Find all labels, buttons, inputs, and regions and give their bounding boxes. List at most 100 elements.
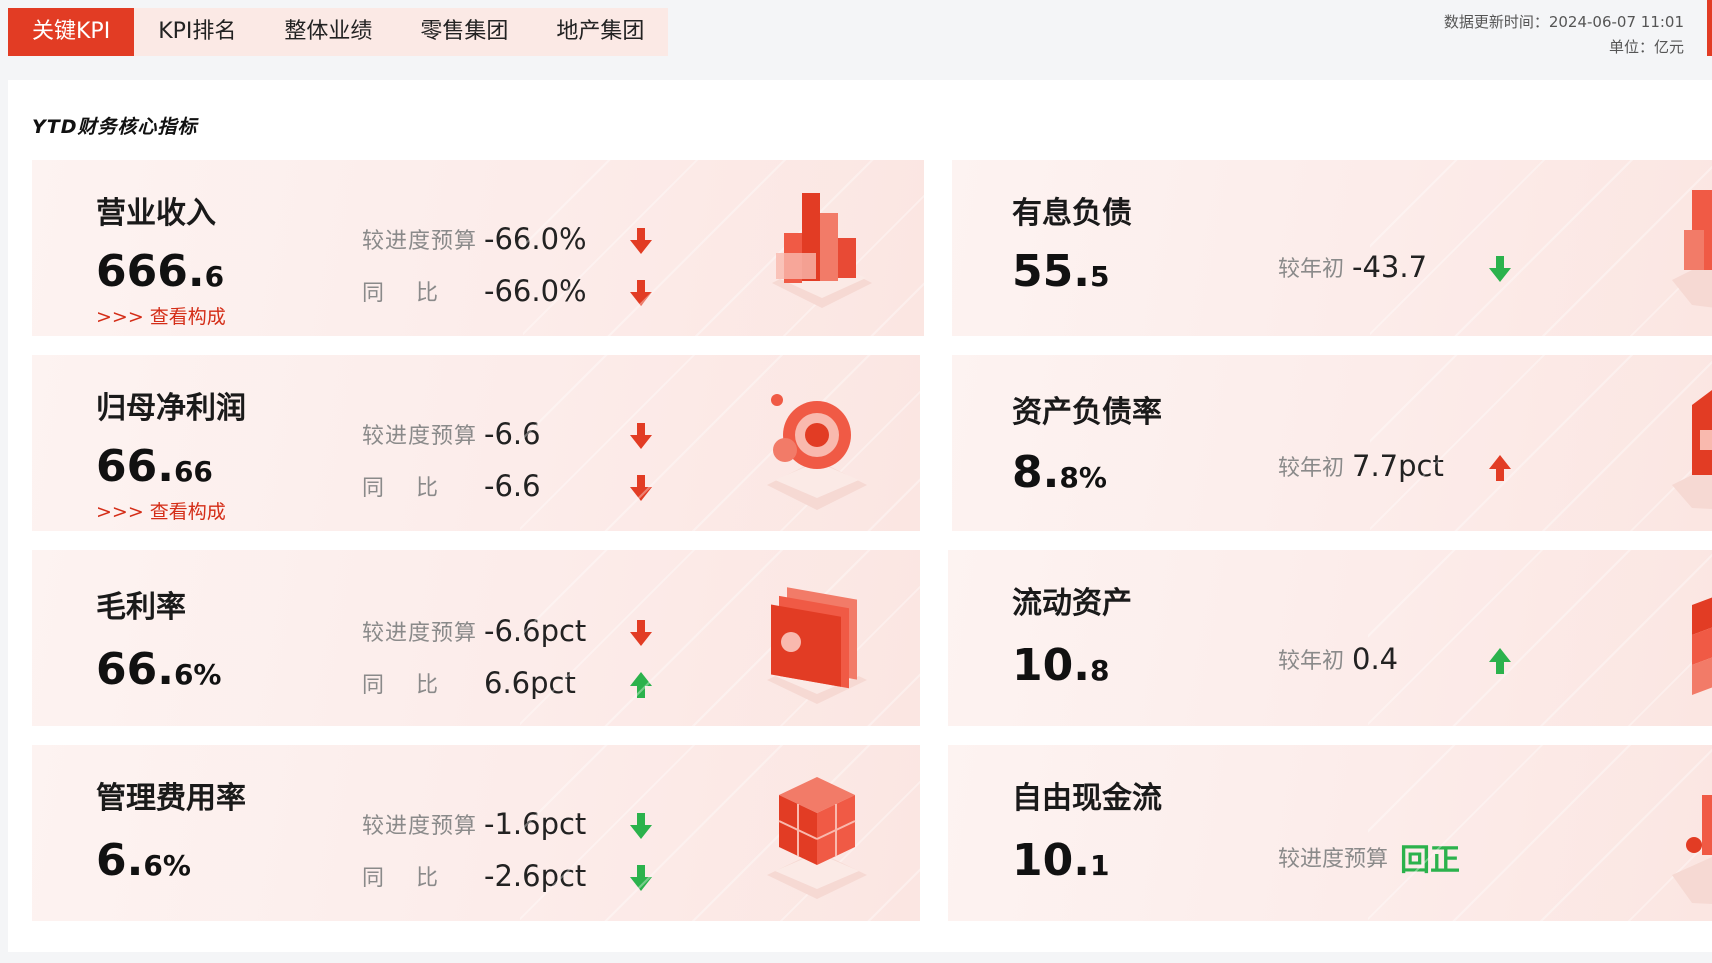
arrow-down-icon: [630, 865, 652, 891]
compare-value: 回正: [1400, 843, 1461, 878]
kpi-card-net-profit: 归母净利润 66.66 >>> 查看构成 较进度预算 -6.6 同 比 -6.6: [32, 355, 920, 531]
value-minor: 8%: [1059, 461, 1107, 494]
compare-label: 同 比: [362, 673, 439, 698]
compare-value: 7.7pct: [1352, 449, 1444, 483]
cubes-icon: [767, 777, 867, 899]
kpi-card-free-cash-flow: 自由现金流 10.1 较进度预算 回正: [948, 745, 1712, 921]
compare-value: -6.6: [484, 469, 541, 503]
compare-row-yoy: 同 比 -6.6: [362, 469, 541, 503]
card-title: 管理费用率: [96, 781, 246, 816]
arrow-up-icon: [1489, 648, 1511, 674]
bar-chart-icon: [772, 193, 872, 308]
value-major: 66.: [96, 441, 174, 492]
compare-value: -6.6pct: [484, 614, 587, 648]
kpi-card-interest-debt: 有息负债 55.5 较年初 -43.7: [952, 160, 1712, 336]
update-time: 数据更新时间：2024-06-07 11:01: [1443, 13, 1684, 31]
compare-label: 较进度预算: [362, 424, 478, 449]
card-title: 营业收入: [96, 196, 216, 231]
compare-row: 较进度预算 回正: [1278, 835, 1460, 879]
arrow-up-icon: [630, 672, 652, 698]
value-minor: 6%: [143, 849, 191, 882]
kpi-card-debt-ratio: 资产负债率 8.8% 较年初 7.7pct: [952, 355, 1712, 531]
unit-label: 单位：亿元: [1608, 38, 1684, 56]
compare-label: 同 比: [362, 281, 439, 306]
compare-row: 较年初 7.7pct: [1278, 449, 1444, 483]
arrow-down-icon: [1489, 256, 1511, 282]
compare-label: 较进度预算: [362, 814, 478, 839]
section-title: YTD财务核心指标: [32, 116, 198, 138]
compare-value: -43.7: [1352, 250, 1428, 284]
compare-value: 0.4: [1352, 642, 1399, 676]
kpi-card-revenue: 营业收入 666.6 >>> 查看构成 较进度预算 -66.0% 同 比 -66.0…: [32, 160, 924, 336]
tab-retail-group[interactable]: 零售集团: [396, 8, 532, 56]
value-minor: 66: [173, 455, 213, 488]
compare-row-budget: 较进度预算 -6.6: [362, 417, 541, 451]
arrow-down-icon: [630, 813, 652, 839]
stacked-layers-icon: [1692, 597, 1712, 695]
tab-bar: 关键KPI KPI排名 整体业绩 零售集团 地产集团: [8, 8, 669, 56]
card-title: 自由现金流: [1012, 781, 1162, 816]
shield-icon: [1672, 190, 1712, 308]
compare-row: 较年初 0.4: [1278, 642, 1398, 676]
card-value: 6.6%: [96, 835, 191, 886]
compare-row-yoy: 同 比 -66.0%: [362, 274, 587, 308]
compare-row: 较年初 -43.7: [1278, 250, 1427, 284]
value-minor: 6: [204, 260, 225, 293]
house-icon: [1672, 390, 1712, 509]
card-value: 66.66: [96, 441, 213, 492]
card-title: 有息负债: [1012, 196, 1132, 231]
value-major: 66.: [96, 644, 174, 695]
value-minor: 8: [1089, 654, 1110, 687]
card-value: 666.6: [96, 246, 224, 297]
kpi-card-gross-margin: 毛利率 66.6% 较进度预算 -6.6pct 同 比 6.6pct: [32, 550, 920, 726]
card-title: 资产负债率: [1012, 395, 1162, 430]
value-major: 10.: [1012, 640, 1090, 691]
tab-key-kpi[interactable]: 关键KPI: [8, 8, 135, 56]
card-title: 流动资产: [1012, 586, 1132, 621]
value-major: 6.: [96, 835, 144, 886]
arrow-down-icon: [630, 423, 652, 449]
compare-label: 较年初: [1278, 257, 1345, 282]
card-value: 10.1: [1012, 835, 1109, 886]
compare-row-budget: 较进度预算 -6.6pct: [362, 614, 586, 648]
compare-value: -66.0%: [484, 274, 587, 308]
value-major: 10.: [1012, 835, 1090, 886]
compare-label: 较年初: [1278, 649, 1345, 674]
compare-value: -2.6pct: [484, 859, 587, 893]
value-minor: 6%: [173, 658, 222, 691]
value-minor: 5: [1089, 260, 1110, 293]
tab-kpi-ranking[interactable]: KPI排名: [134, 8, 260, 56]
accent-bar: [1707, 0, 1712, 56]
arrow-down-icon: [630, 228, 652, 254]
kpi-card-admin-expense-rate: 管理费用率 6.6% 较进度预算 -1.6pct 同 比 -2.6pct: [32, 745, 920, 921]
cash-icon: [1672, 795, 1712, 904]
compare-row-yoy: 同 比 6.6pct: [362, 666, 576, 700]
compare-label: 较进度预算: [362, 229, 478, 254]
compare-value: -1.6pct: [484, 807, 587, 841]
tab-overall-performance[interactable]: 整体业绩: [260, 8, 396, 56]
card-value: 8.8%: [1012, 447, 1107, 498]
card-title: 毛利率: [96, 590, 186, 625]
coins-icon: [767, 394, 867, 510]
compare-label: 同 比: [362, 476, 439, 501]
compare-row-budget: 较进度预算 -66.0%: [362, 222, 587, 256]
value-major: 8.: [1012, 447, 1060, 498]
card-value: 66.6%: [96, 644, 222, 695]
card-value: 10.8: [1012, 640, 1109, 691]
compare-value: -66.0%: [484, 222, 587, 256]
value-major: 666.: [96, 246, 205, 297]
arrow-up-icon: [1489, 455, 1511, 481]
wallet-icon: [767, 587, 867, 704]
compare-row-yoy: 同 比 -2.6pct: [362, 859, 586, 893]
view-composition-link[interactable]: >>> 查看构成: [96, 497, 226, 524]
arrow-down-icon: [630, 620, 652, 646]
arrow-down-icon: [630, 475, 652, 501]
kpi-card-current-assets: 流动资产 10.8 较年初 0.4: [948, 550, 1712, 726]
meta-info: 数据更新时间：2024-06-07 11:01 单位：亿元: [1444, 10, 1684, 60]
compare-label: 较进度预算: [362, 621, 478, 646]
compare-label: 较进度预算: [1278, 847, 1389, 872]
card-value: 55.5: [1012, 246, 1109, 297]
compare-label: 同 比: [362, 866, 439, 891]
tab-real-estate-group[interactable]: 地产集团: [532, 8, 668, 56]
view-composition-link[interactable]: >>> 查看构成: [96, 302, 226, 329]
